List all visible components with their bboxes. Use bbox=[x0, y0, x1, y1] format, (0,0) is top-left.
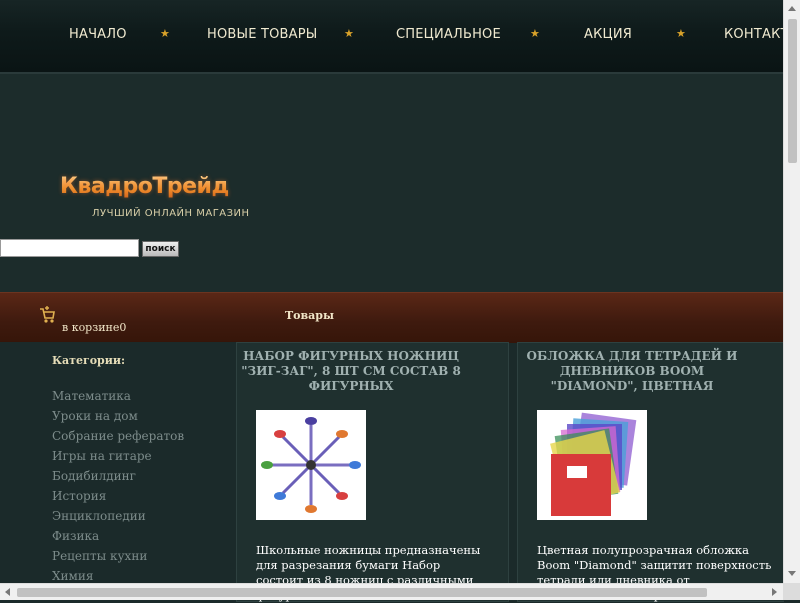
product-card: НАБОР ФИГУРНЫХ НОЖНИЦ "ЗИГ-ЗАГ", 8 ШТ СМ… bbox=[236, 342, 509, 602]
nav-item-sale[interactable]: АКЦИЯ bbox=[584, 27, 632, 42]
nav-item-new-products[interactable]: НОВЫЕ ТОВАРЫ bbox=[207, 27, 317, 42]
product-card: ОБЛОЖКА ДЛЯ ТЕТРАДЕЙ И ДНЕВНИКОВ BOOM "D… bbox=[517, 342, 784, 602]
search-input[interactable] bbox=[0, 239, 139, 257]
category-item[interactable]: Математика bbox=[52, 389, 184, 409]
category-item[interactable]: Бодибилдинг bbox=[52, 469, 184, 489]
star-icon: ★ bbox=[344, 27, 354, 40]
scroll-down-icon[interactable] bbox=[788, 571, 796, 576]
categories-title: Категории: bbox=[52, 354, 126, 367]
vertical-scroll-thumb[interactable] bbox=[788, 19, 797, 163]
scissors-icon[interactable] bbox=[256, 410, 366, 520]
search-button[interactable]: поиск bbox=[142, 241, 179, 257]
category-item[interactable]: Физика bbox=[52, 529, 184, 549]
category-item[interactable]: Собрание рефератов bbox=[52, 429, 184, 449]
vertical-scrollbar[interactable] bbox=[783, 0, 800, 583]
cart-icon[interactable] bbox=[38, 305, 56, 325]
site-tagline: ЛУЧШИЙ ОНЛАЙН МАГАЗИН bbox=[92, 208, 250, 219]
product-title[interactable]: НАБОР ФИГУРНЫХ НОЖНИЦ "ЗИГ-ЗАГ", 8 ШТ СМ… bbox=[240, 349, 462, 394]
nav-item-home[interactable]: НАЧАЛО bbox=[69, 27, 127, 42]
category-item[interactable]: Уроки на дом bbox=[52, 409, 184, 429]
scroll-left-icon[interactable] bbox=[5, 588, 10, 596]
category-item[interactable]: История bbox=[52, 489, 184, 509]
nav-item-special[interactable]: СПЕЦИАЛЬНОЕ bbox=[396, 27, 501, 42]
category-sidebar: Категории: Математика Уроки на дом Собра… bbox=[0, 342, 236, 600]
horizontal-scrollbar[interactable] bbox=[0, 583, 783, 600]
cart-count-text[interactable]: в корзине0 bbox=[62, 321, 126, 334]
category-list: Математика Уроки на дом Собрание реферат… bbox=[52, 389, 184, 589]
scroll-right-icon[interactable] bbox=[772, 588, 777, 596]
product-title[interactable]: ОБЛОЖКА ДЛЯ ТЕТРАДЕЙ И ДНЕВНИКОВ BOOM "D… bbox=[521, 349, 743, 394]
scrollbar-corner bbox=[783, 583, 800, 600]
top-navigation: НАЧАЛО ★ НОВЫЕ ТОВАРЫ ★ СПЕЦИАЛЬНОЕ ★ АК… bbox=[0, 0, 800, 74]
category-item[interactable]: Игры на гитаре bbox=[52, 449, 184, 469]
category-item[interactable]: Рецепты кухни bbox=[52, 549, 184, 569]
site-header: КвадроТрейд ЛУЧШИЙ ОНЛАЙН МАГАЗИН поиск bbox=[0, 74, 783, 292]
site-logo[interactable]: КвадроТрейд bbox=[60, 174, 229, 199]
cart-bar: в корзине0 Товары bbox=[0, 292, 783, 343]
category-item[interactable]: Энциклопедии bbox=[52, 509, 184, 529]
goods-section-title: Товары bbox=[285, 309, 335, 322]
star-icon: ★ bbox=[530, 27, 540, 40]
star-icon: ★ bbox=[160, 27, 170, 40]
scroll-up-icon[interactable] bbox=[788, 6, 796, 11]
horizontal-scroll-thumb[interactable] bbox=[17, 588, 707, 597]
star-icon: ★ bbox=[676, 27, 686, 40]
notebook-covers-icon[interactable] bbox=[537, 410, 647, 520]
